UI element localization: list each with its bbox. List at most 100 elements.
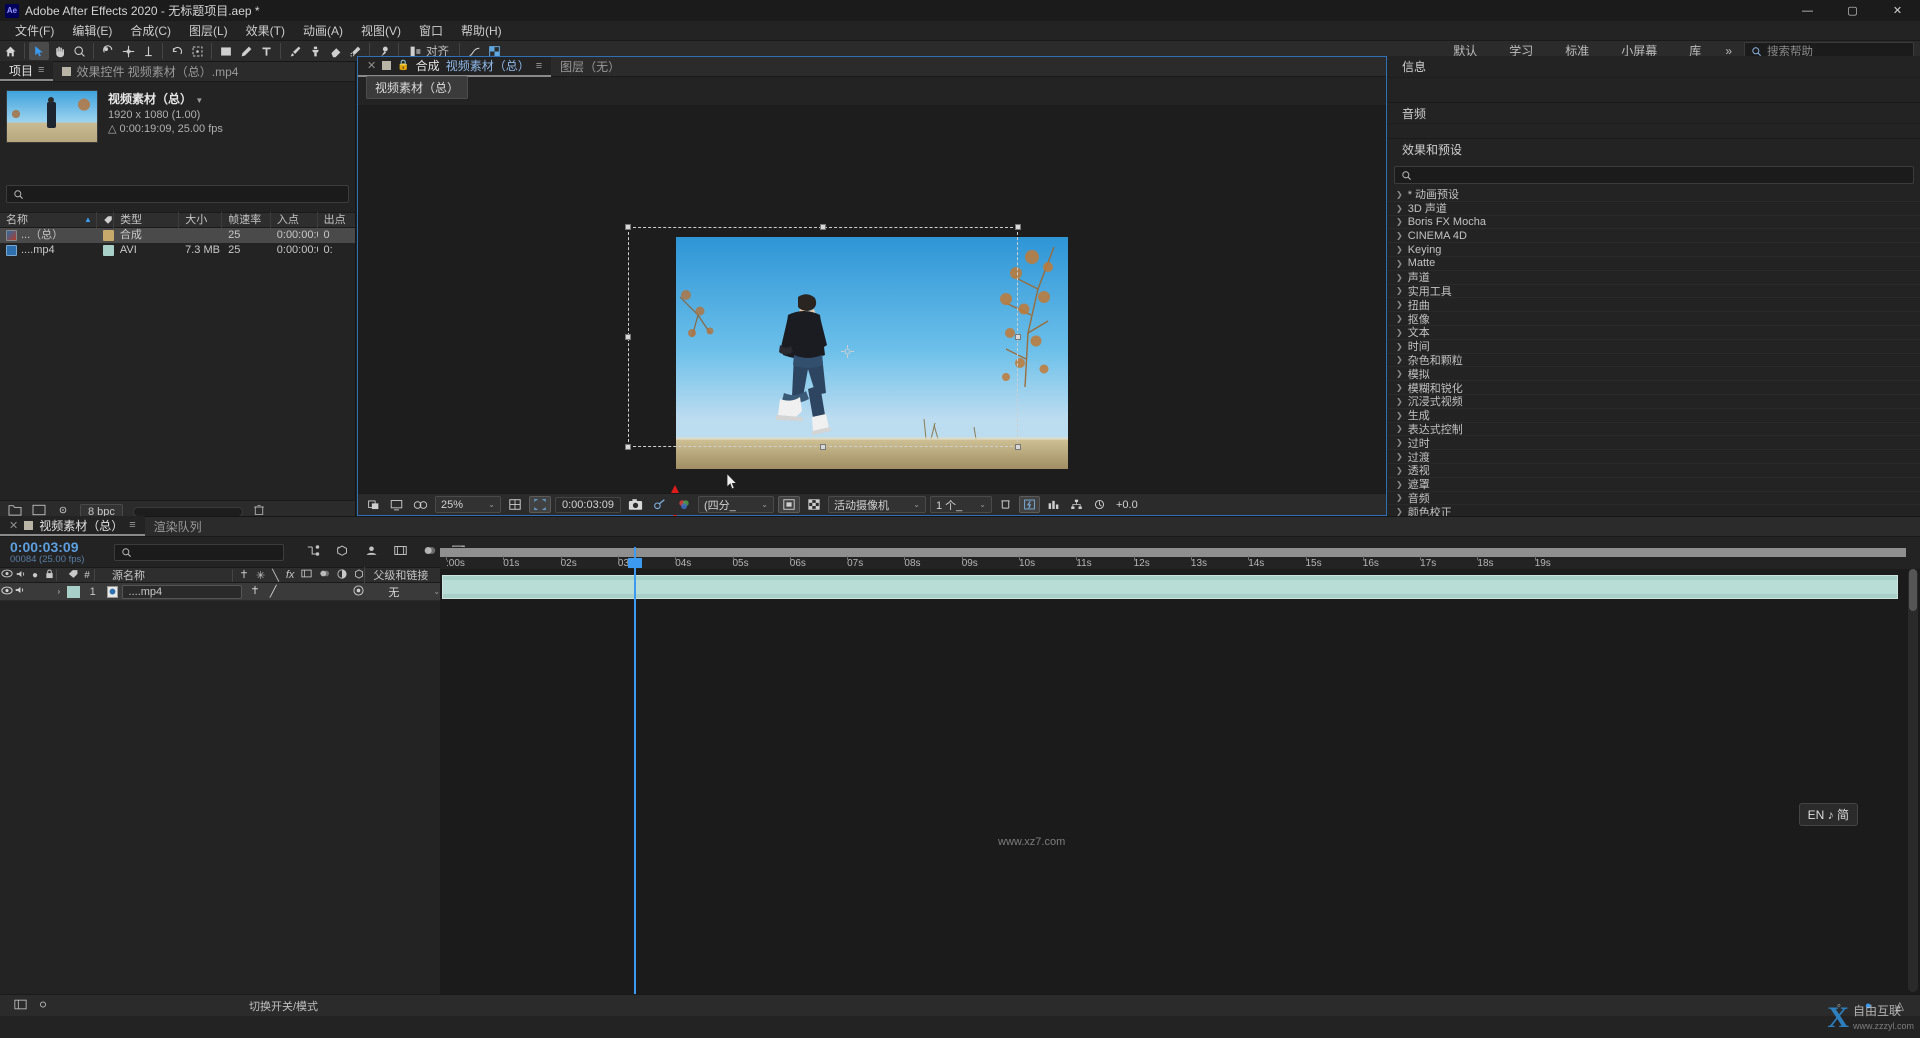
panel-menu-icon[interactable]: ≡ (38, 64, 44, 76)
chevron-right-icon[interactable]: ❯ (1396, 355, 1403, 364)
eraser-tool-icon[interactable] (325, 42, 345, 60)
column-out[interactable]: 出点 (318, 212, 355, 228)
menu-file[interactable]: 文件(F) (6, 20, 63, 41)
chevron-right-icon[interactable]: ❯ (1396, 342, 1403, 351)
composition-mini-flowchart-icon[interactable] (306, 544, 321, 560)
undo-arrow-icon[interactable] (167, 42, 187, 60)
effect-category-row[interactable]: ❯声道 (1388, 271, 1920, 285)
menu-composition[interactable]: 合成(C) (121, 20, 180, 41)
hide-shy-layers-icon[interactable] (364, 544, 379, 560)
solo-toggle-icon[interactable]: ● (28, 570, 42, 581)
effect-category-row[interactable]: ❯过时 (1388, 436, 1920, 450)
layer-clip-bar[interactable] (442, 575, 1898, 599)
parent-link-column[interactable]: 父级和链接 (364, 567, 428, 583)
chevron-right-icon[interactable]: ❯ (1396, 328, 1403, 337)
chevron-right-icon[interactable]: ❯ (1396, 314, 1403, 323)
chevron-right-icon[interactable]: ❯ (1396, 273, 1403, 282)
timeline-vertical-scrollbar[interactable] (1908, 569, 1918, 992)
chevron-right-icon[interactable]: ❯ (1396, 300, 1403, 309)
effect-category-row[interactable]: ❯* 动画预设 (1388, 188, 1920, 202)
layer-audio-toggle[interactable] (13, 585, 26, 598)
transparency-grid-icon[interactable] (804, 496, 824, 513)
resize-handle-bc[interactable] (820, 444, 826, 450)
effects-presets-header[interactable]: 效果和预设 (1388, 138, 1920, 160)
source-name-column[interactable]: 源名称 (104, 567, 232, 583)
table-row[interactable]: › 1 ....mp4 ╱ 无 ⌄ (0, 583, 440, 601)
chevron-right-icon[interactable]: ❯ (1396, 204, 1403, 213)
frame-blend-switch-icon[interactable] (301, 569, 312, 581)
magnification-select[interactable]: 25% ⌄ (435, 496, 501, 513)
panel-menu-icon[interactable]: ≡ (129, 519, 135, 531)
close-tab-icon[interactable]: ✕ (367, 59, 376, 72)
close-tab-icon[interactable]: ✕ (9, 519, 18, 532)
chevron-right-icon[interactable]: ❯ (1396, 424, 1403, 433)
chevron-right-icon[interactable]: ❯ (1396, 190, 1403, 199)
clone-stamp-tool-icon[interactable] (305, 42, 325, 60)
three-d-switch-icon[interactable] (354, 569, 364, 582)
timeline-ruler[interactable]: :00s01s02s03s04s05s06s07s08s09s10s11s12s… (440, 547, 1920, 569)
scrollbar-thumb[interactable] (1909, 569, 1917, 611)
composition-stage[interactable] (358, 105, 1386, 493)
label-color-chip[interactable] (103, 245, 114, 256)
toggle-mask-icon[interactable] (778, 496, 800, 513)
chevron-right-icon[interactable]: ❯ (1396, 507, 1403, 516)
label-column-icon[interactable] (66, 569, 80, 582)
tab-layer[interactable]: 图层（无） (551, 57, 629, 77)
camera-view-select[interactable]: 活动摄像机 ⌄ (828, 496, 926, 513)
effect-category-row[interactable]: ❯扭曲 (1388, 298, 1920, 312)
reset-exposure-icon[interactable] (1090, 496, 1109, 513)
chevron-right-icon[interactable]: ❯ (1396, 452, 1403, 461)
layer-adjustment-switch[interactable] (353, 585, 364, 599)
sort-ascending-icon[interactable]: ▲ (84, 212, 92, 228)
label-color-chip[interactable] (103, 230, 114, 241)
effect-category-row[interactable]: ❯实用工具 (1388, 285, 1920, 299)
menu-help[interactable]: 帮助(H) (452, 20, 511, 41)
home-icon[interactable] (0, 42, 20, 60)
chevron-right-icon[interactable]: ❯ (1396, 397, 1403, 406)
chevron-right-icon[interactable]: ❯ (1396, 259, 1403, 268)
tab-project[interactable]: 项目 ≡ (0, 61, 53, 81)
shy-switch-icon[interactable] (239, 569, 249, 582)
current-time-indicator[interactable] (634, 547, 636, 569)
column-name[interactable]: 名称 (6, 212, 28, 228)
effect-category-row[interactable]: ❯时间 (1388, 340, 1920, 354)
toggle-switches-modes-label[interactable]: 切换开关/模式 (249, 998, 318, 1014)
hand-tool-icon[interactable] (49, 42, 69, 60)
effect-category-row[interactable]: ❯文本 (1388, 326, 1920, 340)
breadcrumb-item-composition[interactable]: 视频素材（总） (366, 76, 468, 99)
timeline-settings-icon[interactable] (37, 999, 49, 1013)
tab-timeline-composition[interactable]: ✕ 视频素材（总） ≡ (0, 516, 145, 536)
resize-handle-bl[interactable] (625, 444, 631, 450)
quality-switch-icon[interactable]: ╲ (272, 569, 279, 582)
effect-category-row[interactable]: ❯遮罩 (1388, 478, 1920, 492)
chevron-right-icon[interactable]: ❯ (1396, 383, 1403, 392)
audio-toggle-icon[interactable] (14, 569, 28, 582)
selected-layer-bounds[interactable] (628, 227, 1018, 447)
resize-handle-ml[interactable] (625, 334, 631, 340)
composition-flowchart-icon[interactable] (1067, 496, 1086, 513)
column-type[interactable]: 类型 (114, 212, 179, 228)
zoom-tool-icon[interactable] (69, 42, 89, 60)
shape-tool-icon[interactable] (216, 42, 236, 60)
project-row-composition[interactable]: ...（总） 合成 25 0:00:00:00 0 (0, 228, 355, 243)
pixel-aspect-correction-icon[interactable] (996, 496, 1015, 513)
toggle-switches-modes-icon[interactable] (14, 999, 27, 1013)
resolution-select[interactable]: (四分_ ⌄ (698, 496, 774, 513)
adjustment-layer-switch-icon[interactable] (337, 569, 347, 582)
column-size[interactable]: 大小 (179, 212, 222, 228)
main-viewer-icon[interactable] (387, 496, 406, 513)
video-toggle-icon[interactable] (0, 569, 14, 581)
menu-layer[interactable]: 图层(L) (180, 20, 237, 41)
info-panel-header[interactable]: 信息 (1388, 56, 1920, 78)
layer-video-toggle[interactable] (0, 586, 13, 598)
region-of-interest-icon[interactable] (187, 42, 207, 60)
menu-animation[interactable]: 动画(A) (294, 20, 352, 41)
layer-number-column[interactable]: # (80, 570, 94, 581)
effect-category-row[interactable]: ❯沉浸式视频 (1388, 395, 1920, 409)
ime-indicator[interactable]: EN ♪ 简 (1799, 803, 1858, 826)
close-button[interactable]: ✕ (1875, 0, 1920, 21)
grid-guides-icon[interactable] (505, 496, 525, 513)
always-preview-icon[interactable] (364, 496, 383, 513)
layer-source-name[interactable]: ....mp4 (122, 585, 242, 599)
collapse-transformations-icon[interactable]: ✳ (256, 569, 265, 582)
